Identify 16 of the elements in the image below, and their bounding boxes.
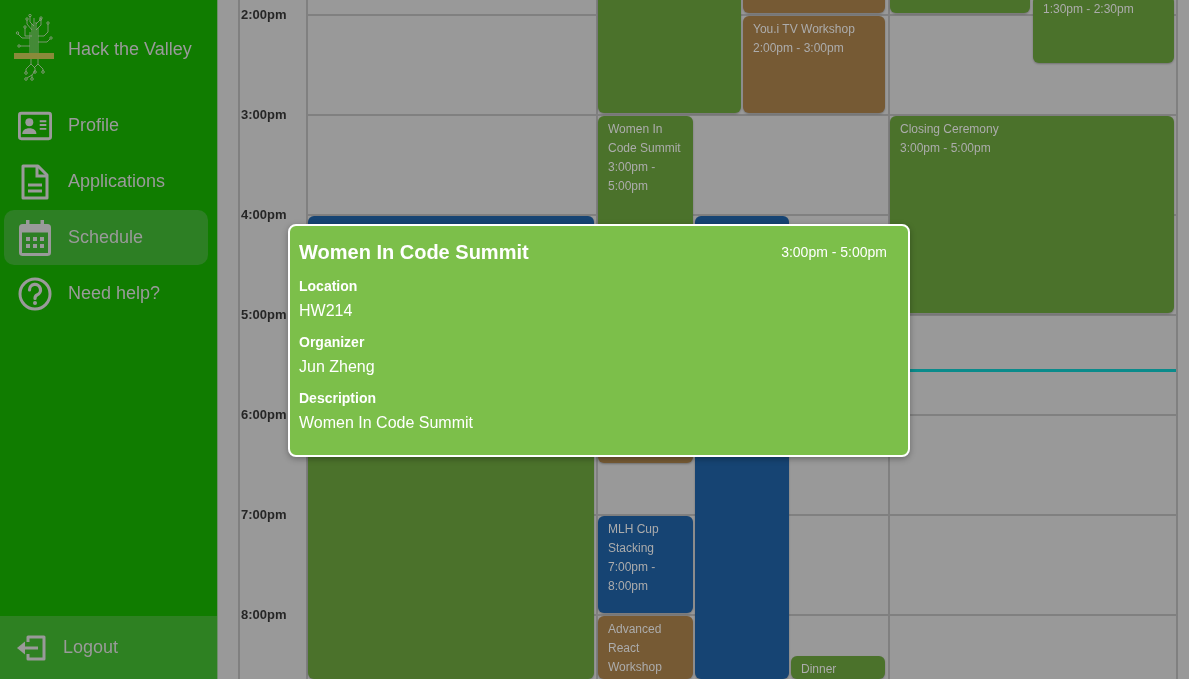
time-label: 2:00pm bbox=[241, 6, 287, 24]
field-value: Women In Code Summit bbox=[299, 413, 473, 433]
time-label: 5:00pm bbox=[241, 306, 287, 324]
field-value: HW214 bbox=[299, 301, 353, 321]
field-label: Location bbox=[299, 277, 358, 296]
time-label: 6:00pm bbox=[241, 406, 287, 424]
field-label: Organizer bbox=[299, 333, 365, 352]
time-label: 7:00pm bbox=[241, 506, 287, 524]
time-label: 3:00pm bbox=[241, 106, 287, 124]
time-label: 8:00pm bbox=[241, 606, 287, 624]
field-value: Jun Zheng bbox=[299, 357, 375, 377]
field-label: Description bbox=[299, 389, 376, 408]
popup-time: 3:00pm - 5:00pm bbox=[781, 243, 887, 262]
brand-name: Hack the Valley bbox=[68, 38, 192, 60]
popup-title: Women In Code Summit bbox=[299, 240, 529, 265]
time-label: 4:00pm bbox=[241, 206, 287, 224]
